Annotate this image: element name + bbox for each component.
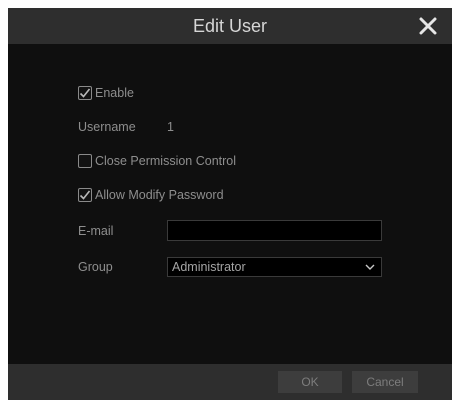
enable-label: Enable — [95, 86, 134, 100]
allow-modify-password-checkbox[interactable] — [78, 188, 92, 202]
username-value: 1 — [167, 120, 174, 134]
email-field[interactable] — [167, 220, 382, 241]
close-permission-checkbox[interactable] — [78, 154, 92, 168]
close-button[interactable] — [418, 16, 438, 36]
close-permission-row: Close Permission Control — [78, 154, 236, 168]
dialog-footer: OK Cancel — [8, 364, 452, 400]
chevron-down-icon — [365, 264, 375, 270]
ok-button[interactable]: OK — [278, 371, 342, 393]
cancel-button[interactable]: Cancel — [352, 371, 418, 393]
title-bar: Edit User — [8, 8, 452, 44]
group-select[interactable]: Administrator — [167, 257, 382, 277]
allow-modify-password-row: Allow Modify Password — [78, 188, 224, 202]
dialog-title: Edit User — [192, 16, 268, 36]
checkmark-icon — [79, 190, 91, 200]
checkmark-icon — [79, 88, 91, 98]
username-label: Username — [78, 120, 136, 134]
edit-user-dialog: Edit User Enable Username 1 Close Permis… — [8, 8, 452, 400]
enable-checkbox[interactable] — [78, 86, 92, 100]
email-label: E-mail — [78, 224, 114, 238]
allow-modify-password-label: Allow Modify Password — [95, 188, 224, 202]
group-label: Group — [78, 260, 113, 274]
close-icon — [419, 17, 437, 35]
group-selected-value: Administrator — [172, 260, 246, 274]
close-permission-label: Close Permission Control — [95, 154, 237, 168]
enable-row: Enable — [78, 86, 134, 100]
